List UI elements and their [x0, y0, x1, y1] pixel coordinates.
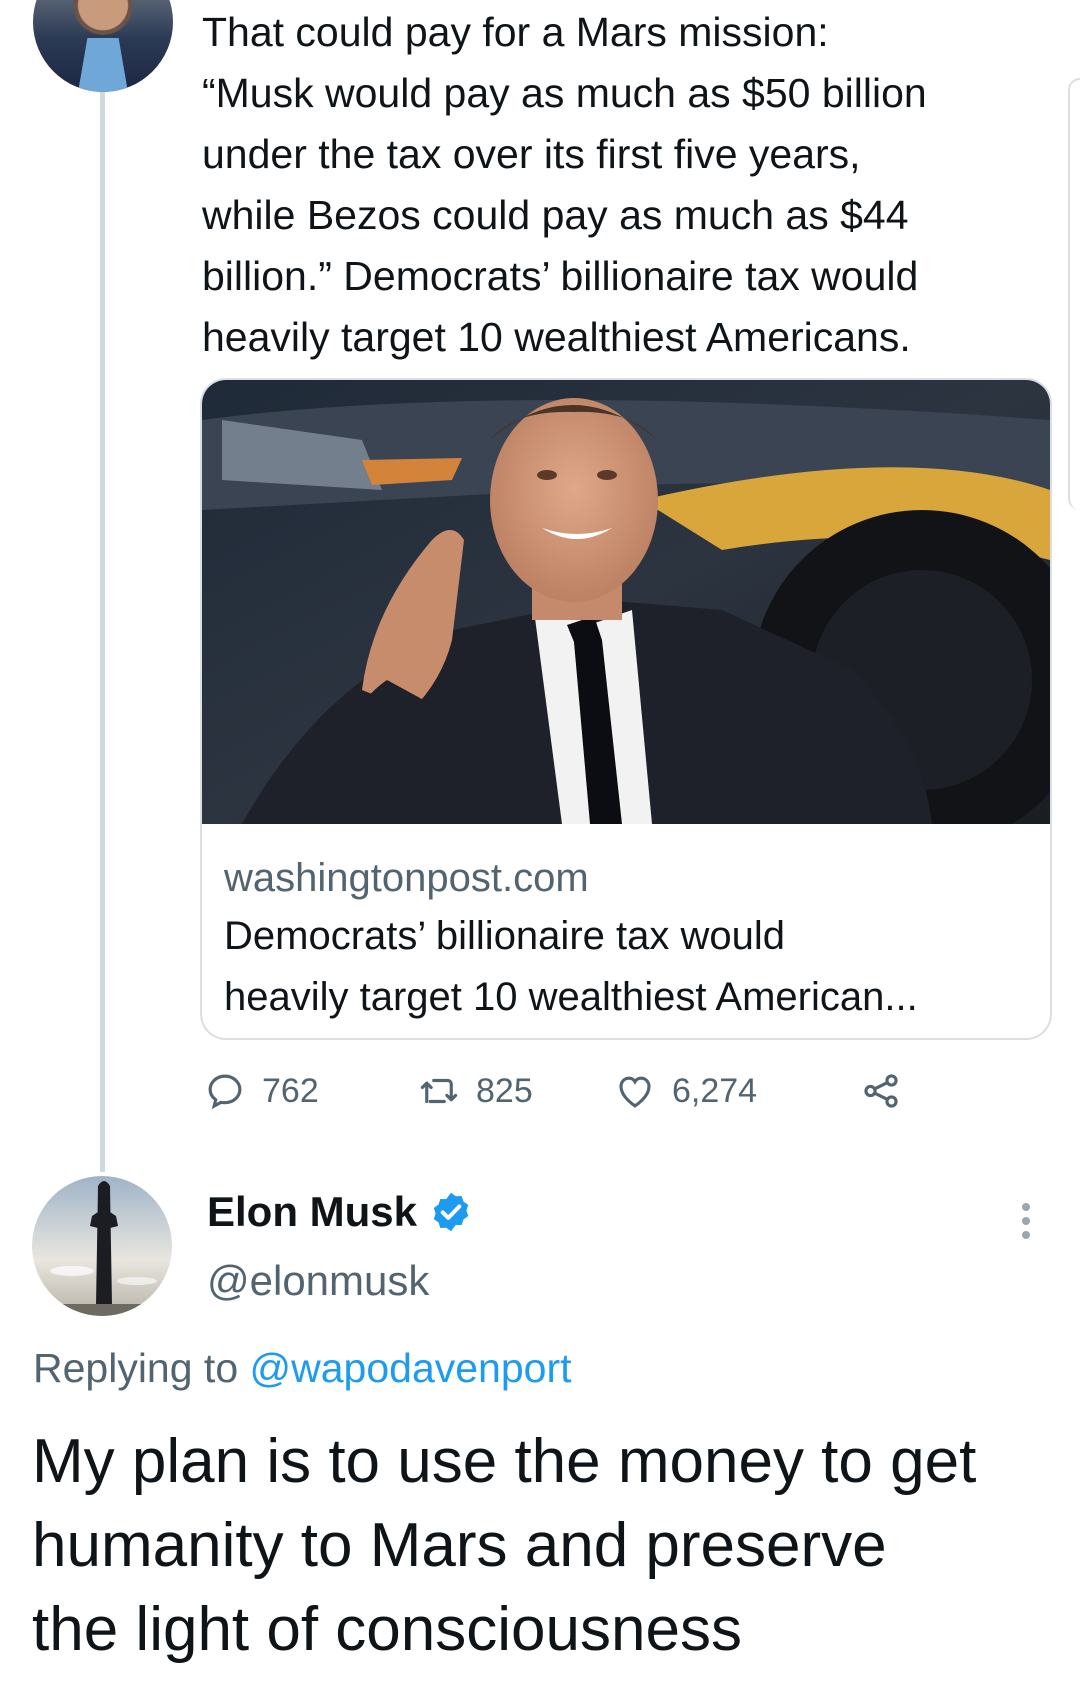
replying-to-label: Replying to — [33, 1345, 250, 1391]
reply-count: 762 — [262, 1071, 319, 1110]
link-domain: washingtonpost.com — [224, 856, 589, 900]
retweet-count: 825 — [476, 1071, 533, 1110]
starship-avatar-image — [32, 1176, 172, 1316]
thread-connector-line — [100, 92, 105, 1172]
reply-author[interactable]: Elon Musk — [207, 1188, 473, 1236]
link-preview-image — [202, 380, 1050, 824]
scrollbar-edge[interactable] — [1068, 78, 1080, 510]
avatar-shirt — [77, 38, 129, 92]
author-handle[interactable]: @elonmusk — [207, 1257, 429, 1305]
reply-button[interactable]: 762 — [204, 1068, 319, 1114]
like-count: 6,274 — [672, 1071, 758, 1110]
more-options-icon[interactable] — [1014, 1198, 1038, 1248]
share-button[interactable] — [860, 1068, 902, 1114]
retweet-icon — [420, 1078, 458, 1104]
like-button[interactable]: 6,274 — [614, 1068, 757, 1114]
more-dot — [1022, 1217, 1030, 1225]
link-preview-body: washingtonpost.com Democrats’ billionair… — [224, 850, 1034, 1028]
more-dot — [1022, 1231, 1030, 1239]
more-dot — [1022, 1203, 1030, 1211]
reply-icon — [208, 1074, 242, 1110]
tweet-action-bar: 762 825 6,274 — [204, 1068, 924, 1114]
replying-to-line: Replying to @wapodavenport — [33, 1345, 572, 1392]
author-name: Elon Musk — [207, 1188, 418, 1235]
reply-tweet-text: My plan is to use the money to get human… — [32, 1427, 977, 1664]
link-title: Democrats’ billionaire tax would heavily… — [224, 914, 918, 1019]
verified-badge-icon — [433, 1192, 469, 1232]
share-icon — [864, 1074, 898, 1108]
parent-tweet-text: That could pay for a Mars mission: “Musk… — [202, 9, 927, 360]
parent-author-avatar[interactable] — [33, 0, 173, 92]
link-preview-card[interactable]: washingtonpost.com Democrats’ billionair… — [200, 378, 1052, 1040]
retweet-button[interactable]: 825 — [418, 1068, 533, 1114]
replying-to-mention[interactable]: @wapodavenport — [250, 1345, 572, 1391]
heart-icon — [619, 1076, 651, 1108]
reply-author-avatar[interactable] — [32, 1176, 172, 1316]
